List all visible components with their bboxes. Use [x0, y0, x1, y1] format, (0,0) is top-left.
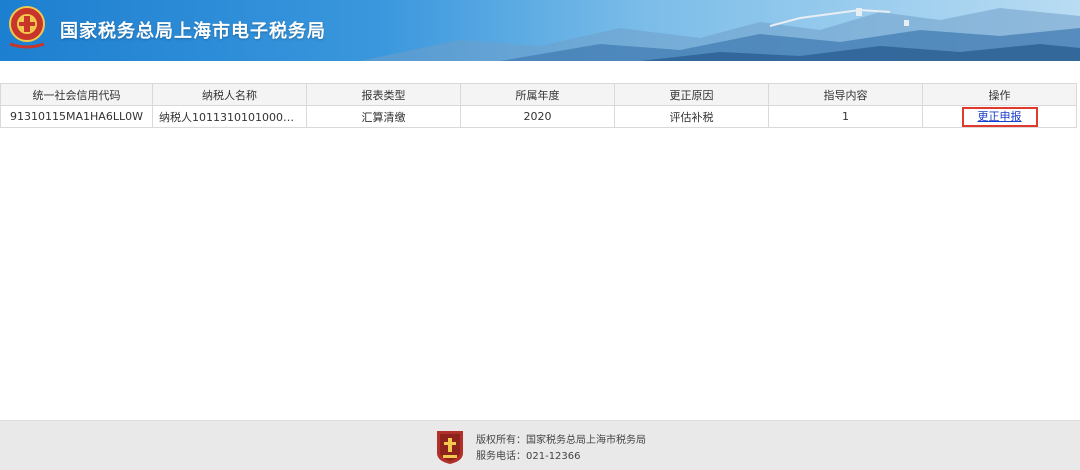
footer-info: 版权所有：国家税务总局上海市税务局 服务电话：021-12366: [476, 433, 646, 465]
cell-year: 2020: [460, 105, 615, 128]
declaration-table-container: 统一社会信用代码 纳税人名称 报表类型 所属年度 更正原因 指导内容 操作 91…: [0, 83, 1080, 128]
column-header-reason: 更正原因: [614, 83, 769, 106]
declaration-table: 统一社会信用代码 纳税人名称 报表类型 所属年度 更正原因 指导内容 操作 91…: [0, 83, 1077, 128]
cell-credit-code: 91310115MA1HA6LL0W: [0, 105, 153, 128]
correct-declaration-link[interactable]: 更正申报: [961, 106, 1038, 127]
table-header-row: 统一社会信用代码 纳税人名称 报表类型 所属年度 更正原因 指导内容 操作: [0, 83, 1077, 106]
page-footer: 版权所有：国家税务总局上海市税务局 服务电话：021-12366: [0, 420, 1080, 470]
cell-action: 更正申报: [922, 105, 1077, 128]
table-row: 91310115MA1HA6LL0W 纳税人101131010100004405…: [0, 105, 1077, 128]
cell-report-type: 汇算清缴: [306, 105, 461, 128]
column-header-action: 操作: [922, 83, 1077, 106]
tax-badge-icon: [437, 431, 463, 464]
tax-emblem-logo: [9, 6, 45, 49]
site-header: 国家税务总局上海市电子税务局: [0, 0, 1080, 61]
footer-copyright: 版权所有：国家税务总局上海市税务局: [476, 435, 646, 446]
column-header-guidance: 指导内容: [768, 83, 923, 106]
column-header-taxpayer-name: 纳税人名称: [152, 83, 307, 106]
column-header-year: 所属年度: [460, 83, 615, 106]
cell-reason: 评估补税: [614, 105, 769, 128]
cell-taxpayer-name: 纳税人101131010100004405...: [152, 105, 307, 128]
cell-guidance: 1: [768, 105, 923, 128]
site-title: 国家税务总局上海市电子税务局: [60, 21, 326, 42]
column-header-credit-code: 统一社会信用代码: [0, 83, 153, 106]
footer-phone: 服务电话：021-12366: [476, 451, 581, 462]
column-header-report-type: 报表类型: [306, 83, 461, 106]
